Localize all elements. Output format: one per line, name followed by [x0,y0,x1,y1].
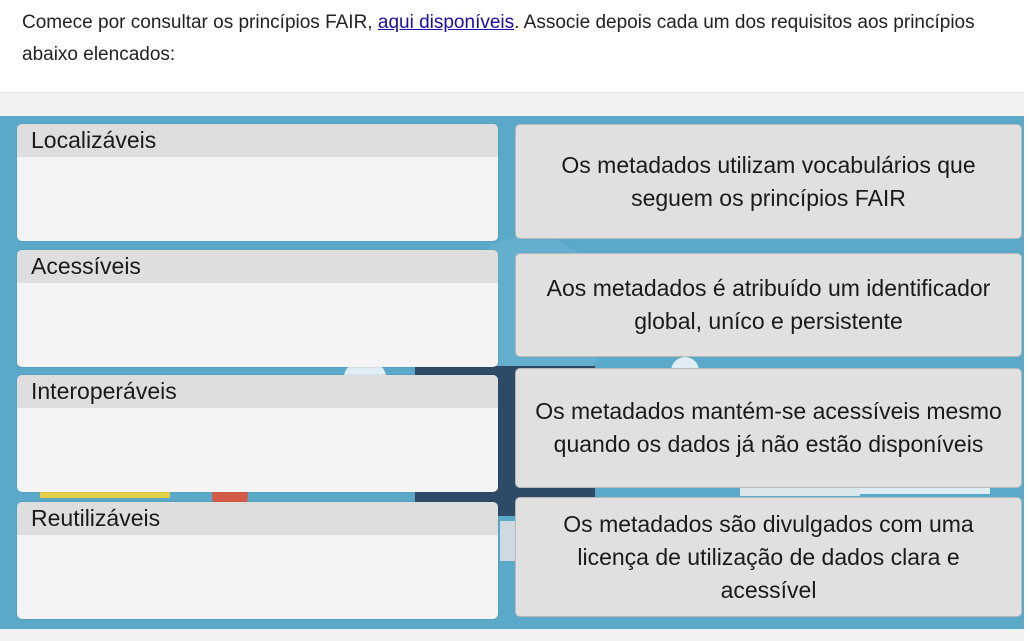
fair-principles-link[interactable]: aqui disponíveis [378,12,514,33]
drop-zone-label: Acessíveis [17,250,498,283]
spacer [0,93,1024,116]
instructions-panel: Comece por consultar os princípios FAIR,… [0,0,1024,93]
drop-zone-label: Reutilizáveis [17,502,498,535]
instructions-text: Comece por consultar os princípios FAIR,… [22,7,1007,71]
bottom-spacer [0,629,1024,641]
drag-drop-board: Localizáveis Acessíveis Interoperáveis R… [0,116,1024,629]
drop-zone-acessiveis[interactable]: Acessíveis [17,250,498,367]
drop-zone-label: Interoperáveis [17,375,498,408]
draggable-requirement[interactable]: Os metadados são divulgados com uma lice… [515,497,1022,617]
instructions-text-start: Comece por consultar os princípios FAIR, [22,12,378,33]
draggable-requirement[interactable]: Os metadados mantém-se acessíveis mesmo … [515,368,1022,488]
drop-zone-reutilizaveis[interactable]: Reutilizáveis [17,502,498,619]
drop-zone-localizaveis[interactable]: Localizáveis [17,124,498,241]
draggable-requirement[interactable]: Os metadados utilizam vocabulários que s… [515,124,1022,239]
drop-zone-interoperaveis[interactable]: Interoperáveis [17,375,498,492]
draggable-requirement[interactable]: Aos metadados é atribuído um identificad… [515,253,1022,357]
drop-zone-label: Localizáveis [17,124,498,157]
